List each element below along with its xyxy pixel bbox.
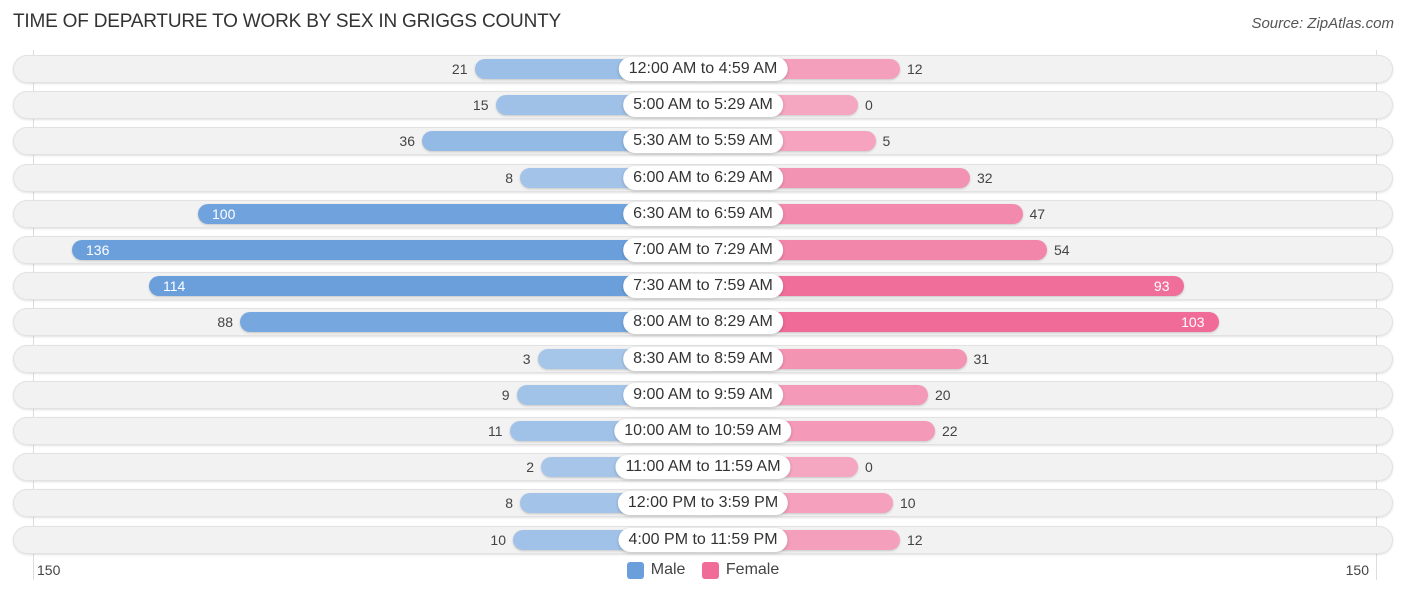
male-value-label: 8 — [505, 169, 513, 186]
male-value-label: 10 — [490, 531, 506, 548]
female-value-label: 5 — [882, 133, 891, 150]
category-label: 12:00 PM to 3:59 PM — [617, 491, 789, 516]
female-value-label: 32 — [977, 169, 993, 186]
legend-item-female[interactable]: Female — [701, 561, 780, 579]
female-value-label: 54 — [1054, 242, 1070, 258]
legend-item-male[interactable]: Male — [626, 561, 686, 579]
male-value-label: 9 — [501, 386, 510, 403]
category-label: 5:30 AM to 5:59 AM — [623, 129, 783, 154]
category-label: 11:00 AM to 11:59 AM — [615, 455, 791, 480]
male-value-label: 114 — [163, 278, 186, 295]
male-value-label: 21 — [451, 61, 468, 77]
female-value-label: 93 — [1153, 278, 1170, 295]
chart-title: TIME OF DEPARTURE TO WORK BY SEX IN GRIG… — [13, 11, 561, 32]
category-label: 8:30 AM to 8:59 AM — [623, 346, 783, 371]
category-label: 6:30 AM to 6:59 AM — [623, 201, 783, 226]
category-label: 9:00 AM to 9:59 AM — [623, 382, 783, 407]
female-value-label: 31 — [973, 350, 990, 367]
male-value-label: 2 — [526, 459, 534, 476]
source-label: Source: ZipAtlas.com — [1251, 15, 1394, 32]
male-value-label: 136 — [86, 242, 110, 258]
category-label: 7:30 AM to 7:59 AM — [623, 274, 783, 299]
legend: Male Female — [0, 561, 1406, 584]
category-label: 10:00 AM to 10:59 AM — [614, 419, 792, 443]
female-value-label: 12 — [907, 531, 923, 548]
male-bar[interactable] — [72, 240, 703, 260]
male-value-label: 8 — [505, 495, 513, 512]
male-value-label: 11 — [487, 423, 503, 439]
female-value-label: 10 — [900, 495, 916, 512]
female-value-label: 0 — [865, 459, 873, 476]
male-value-label: 100 — [212, 205, 236, 222]
category-label: 4:00 PM to 11:59 PM — [618, 527, 788, 552]
male-value-label: 15 — [472, 97, 489, 114]
female-value-label: 22 — [942, 423, 958, 439]
category-label: 12:00 AM to 4:59 AM — [618, 57, 788, 81]
category-label: 5:00 AM to 5:29 AM — [623, 93, 783, 118]
male-bar[interactable] — [149, 276, 703, 297]
category-label: 7:00 AM to 7:29 AM — [623, 238, 783, 262]
legend-label-female: Female — [725, 561, 780, 578]
female-value-label: 47 — [1029, 205, 1046, 222]
category-label: 6:00 AM to 6:29 AM — [623, 165, 783, 190]
male-value-label: 88 — [217, 314, 233, 331]
category-label: 8:00 AM to 8:29 AM — [623, 310, 783, 335]
male-value-label: 36 — [399, 133, 415, 150]
male-value-label: 3 — [522, 350, 531, 367]
legend-swatch-male — [626, 561, 644, 579]
legend-swatch-female — [701, 561, 719, 579]
female-value-label: 103 — [1181, 314, 1205, 331]
female-value-label: 12 — [907, 61, 923, 77]
female-value-label: 20 — [935, 386, 951, 403]
legend-label-male: Male — [650, 561, 686, 578]
female-value-label: 0 — [865, 97, 873, 114]
